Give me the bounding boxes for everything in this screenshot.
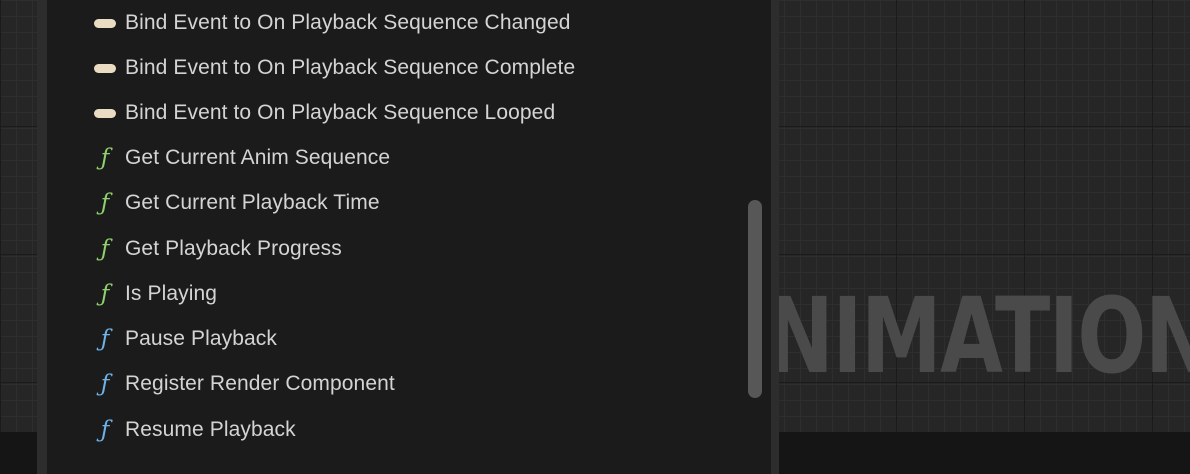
- menu-item-label: Bind Event to On Playback Sequence Chang…: [125, 11, 571, 34]
- function-icon: ƒ: [100, 145, 110, 171]
- menu-item-label: Bind Event to On Playback Sequence Loope…: [125, 101, 556, 124]
- menu-item[interactable]: ƒ Get Current Playback Time: [93, 186, 380, 220]
- menu-item[interactable]: ƒ Pause Playback: [93, 322, 277, 356]
- menu-item-label: Is Playing: [125, 282, 218, 305]
- function-icon: ƒ: [100, 190, 110, 216]
- clipped-menu-item: [133, 0, 693, 2]
- event-pill-icon: [93, 56, 117, 80]
- menu-item-label: Bind Event to On Playback Sequence Compl…: [125, 56, 576, 79]
- menu-item-label: Get Current Playback Time: [125, 191, 380, 214]
- menu-item-label: Resume Playback: [125, 418, 296, 441]
- menu-item[interactable]: ƒ Resume Playback: [93, 413, 296, 447]
- context-menu-panel: Bind Event to On Playback Sequence Chang…: [37, 0, 779, 474]
- menu-scrollbar[interactable]: [748, 200, 762, 398]
- function-icon: ƒ: [100, 326, 110, 352]
- menu-item[interactable]: Bind Event to On Playback Sequence Loope…: [93, 96, 555, 130]
- menu-item[interactable]: ƒ Is Playing: [93, 277, 217, 311]
- menu-item[interactable]: ƒ Get Playback Progress: [93, 232, 342, 266]
- menu-item-label: Register Render Component: [125, 372, 395, 395]
- menu-item-label: Get Current Anim Sequence: [125, 146, 391, 169]
- function-icon: ƒ: [100, 281, 110, 307]
- function-icon: ƒ: [100, 236, 110, 262]
- menu-item[interactable]: ƒ Get Current Anim Sequence: [93, 141, 390, 175]
- menu-item[interactable]: Bind Event to On Playback Sequence Compl…: [93, 51, 575, 85]
- menu-item-label: Pause Playback: [125, 327, 277, 350]
- menu-item[interactable]: ƒ Register Render Component: [93, 367, 395, 401]
- function-icon: ƒ: [100, 371, 110, 397]
- function-icon: ƒ: [100, 417, 110, 443]
- event-pill-icon: [93, 11, 117, 35]
- graph-watermark: NIMATION: [766, 275, 1190, 397]
- menu-item[interactable]: Bind Event to On Playback Sequence Chang…: [93, 6, 571, 40]
- event-pill-icon: [93, 101, 117, 125]
- menu-item-label: Get Playback Progress: [125, 237, 342, 260]
